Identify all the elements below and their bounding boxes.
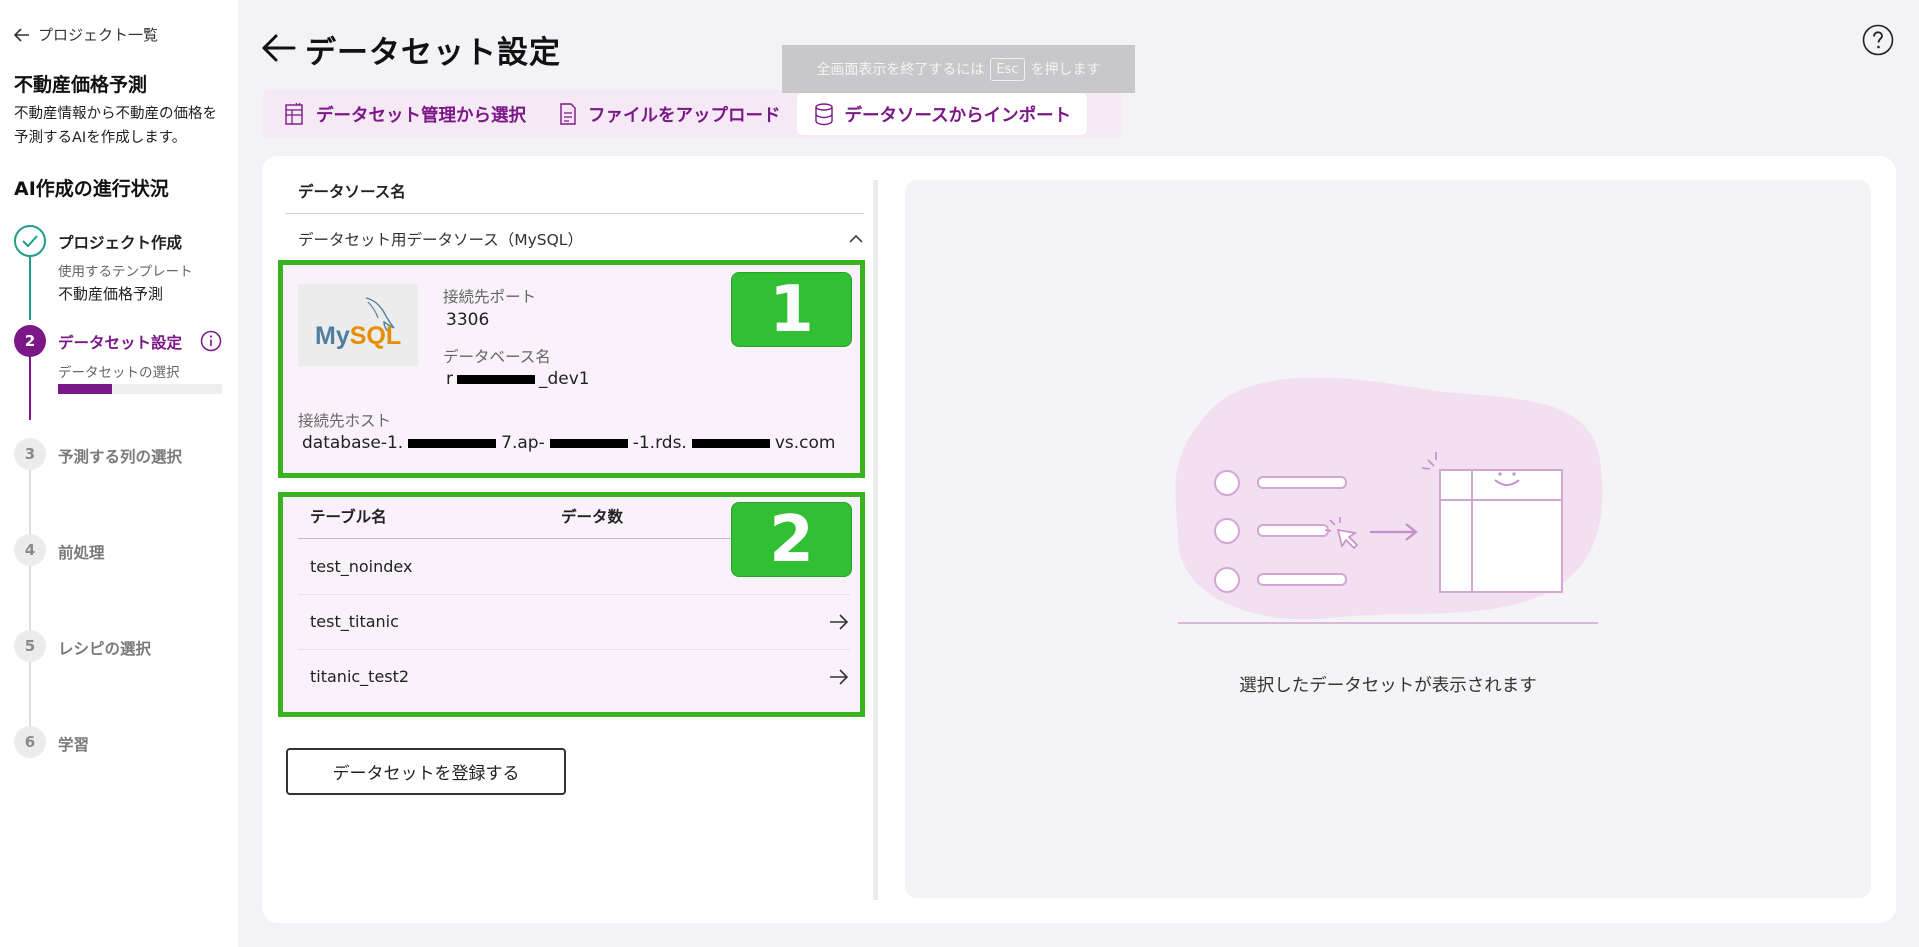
back-arrow-icon[interactable]: [258, 28, 298, 68]
step-1-sub: 使用するテンプレート: [58, 264, 193, 280]
database-prefix: r: [446, 369, 453, 389]
chevron-up-icon: [849, 234, 863, 243]
annotation-badge-1: 1: [731, 272, 852, 347]
annotation-badge-2: 2: [731, 502, 852, 577]
progress-title: AI作成の進行状況: [14, 178, 169, 200]
host-label: 接続先ホスト: [298, 412, 392, 430]
empty-state-illustration: [1175, 377, 1603, 624]
info-icon[interactable]: [200, 330, 222, 352]
redacted-block: [408, 438, 497, 448]
step-5-title: レシピの選択: [58, 640, 152, 658]
back-to-projects-link[interactable]: プロジェクト一覧: [14, 24, 158, 45]
check-icon: [22, 235, 38, 247]
step-1-done-indicator: [14, 225, 46, 257]
project-description: 不動産情報から不動産の価格を予測するAIを作成します。: [14, 106, 217, 146]
file-icon: [560, 103, 576, 125]
dataset-icon: [285, 102, 303, 125]
database-value: r _dev1: [446, 369, 590, 389]
step-6-title: 学習: [58, 736, 90, 754]
tab-dataset-management[interactable]: データセット管理から選択: [268, 93, 542, 135]
fullscreen-exit-toast: 全画面表示を終了するには Esc を押します: [782, 45, 1135, 93]
step-2-indicator: 2: [14, 325, 46, 357]
host-part-4: vs.com: [774, 433, 836, 453]
host-part-2: 7.ap-: [501, 433, 545, 453]
host-part-3: -1.rds.: [632, 433, 687, 453]
import-method-tabs: データセット管理から選択 ファイルをアップロード データソースからインポート: [262, 90, 1122, 138]
empty-state-message: 選択したデータセットが表示されます: [1239, 676, 1537, 696]
sidebar: プロジェクト一覧 不動産価格予測 不動産情報から不動産の価格を予測するAIを作成…: [0, 0, 238, 947]
table-name: test_noindex: [310, 557, 413, 576]
port-label: 接続先ポート: [443, 288, 537, 306]
row-count-header: データ数: [561, 508, 624, 526]
datasource-accordion-header[interactable]: データセット用データソース（MySQL）: [298, 228, 864, 250]
step-4-title: 前処理: [58, 544, 105, 562]
step-2-progress-bar: [58, 384, 222, 394]
arrow-right-icon[interactable]: [828, 666, 850, 688]
redacted-block: [549, 438, 628, 448]
register-dataset-button[interactable]: データセットを登録する: [286, 748, 566, 795]
step-1-title[interactable]: プロジェクト作成: [58, 231, 182, 253]
back-link-label: プロジェクト一覧: [38, 26, 159, 44]
tab-dataset-management-label: データセット管理から選択: [316, 105, 526, 126]
host-value: database-1. 7.ap- -1.rds. vs.com: [302, 433, 835, 453]
step-connector: [29, 356, 31, 420]
esc-key-hint: Esc: [990, 57, 1025, 81]
table-name: test_titanic: [310, 612, 399, 631]
database-suffix: _dev1: [539, 369, 590, 389]
toast-text-after: を押します: [1030, 62, 1101, 78]
step-4-indicator: 4: [14, 534, 46, 566]
table-row[interactable]: titanic_test2: [298, 649, 850, 704]
arrow-left-icon: [14, 27, 29, 42]
datasource-name-header: データソース名: [298, 183, 406, 201]
step-connector: [29, 662, 31, 726]
tab-datasource-import-label: データソースからインポート: [844, 105, 1072, 126]
step-6-indicator: 6: [14, 726, 46, 758]
redacted-block: [691, 438, 770, 448]
database-icon: [814, 103, 833, 126]
step-2-progress-fill: [58, 384, 113, 394]
host-part-1: database-1.: [302, 433, 404, 453]
table-name: titanic_test2: [310, 667, 410, 686]
step-3-title: 予測する列の選択: [58, 448, 183, 466]
step-3-indicator: 3: [14, 438, 46, 470]
arrow-right-icon[interactable]: [828, 611, 850, 633]
tab-file-upload[interactable]: ファイルをアップロード: [542, 93, 797, 135]
step-connector: [29, 256, 31, 320]
page-title: データセット設定: [305, 35, 561, 71]
step-connector: [29, 566, 31, 630]
step-connector: [29, 470, 31, 534]
project-name: 不動産価格予測: [14, 74, 148, 96]
datasource-name: データセット用データソース（MySQL）: [298, 231, 583, 249]
port-value: 3306: [446, 310, 490, 330]
step-1-value: 不動産価格予測: [58, 285, 164, 303]
toast-text-before: 全画面表示を終了するには: [816, 62, 985, 78]
step-2-sub: データセットの選択: [58, 365, 180, 381]
table-row[interactable]: test_titanic: [298, 594, 850, 649]
redacted-block: [457, 374, 535, 384]
table-name-header: テーブル名: [310, 508, 387, 526]
tab-file-upload-label: ファイルをアップロード: [588, 105, 781, 126]
step-5-indicator: 5: [14, 630, 46, 662]
help-icon[interactable]: [1862, 24, 1894, 56]
step-2-title[interactable]: データセット設定: [58, 331, 182, 353]
panel-divider: [873, 180, 878, 900]
header-divider: [286, 213, 864, 214]
mysql-logo: MySQL: [298, 284, 418, 366]
tab-datasource-import[interactable]: データソースからインポート: [796, 93, 1088, 135]
database-label: データベース名: [443, 348, 551, 366]
